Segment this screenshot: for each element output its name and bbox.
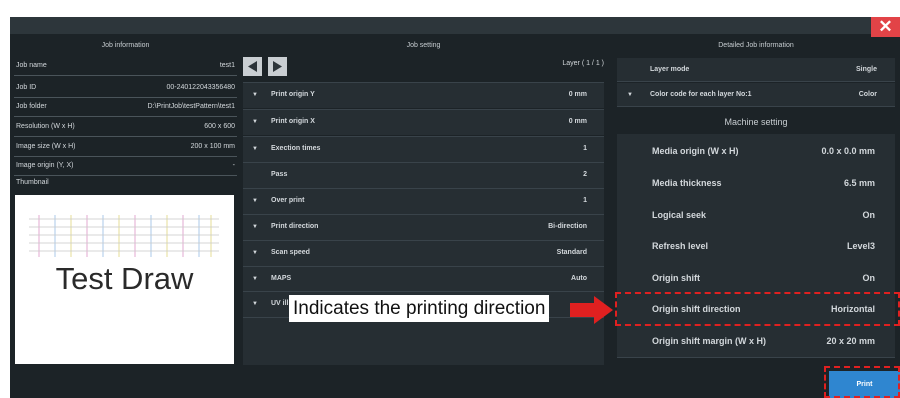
- detail-label: Layer mode: [650, 66, 690, 73]
- job-information-header: Job information: [101, 42, 150, 49]
- setting-label: Scan speed: [271, 249, 310, 256]
- machine-row-refresh-level: Refresh level Level3: [617, 229, 895, 263]
- detail-label: Color code for each layer No:1: [650, 91, 752, 98]
- info-label: Job folder: [16, 103, 47, 110]
- machine-row-origin-shift: Origin shift On: [617, 261, 895, 295]
- expand-triangle-icon: ▼: [252, 276, 258, 282]
- setting-label: Over print: [271, 197, 305, 204]
- setting-label: Pass: [271, 171, 288, 178]
- layer-indicator: Layer ( 1 / 1 ): [562, 60, 604, 67]
- machine-value: 20 x 20 mm: [826, 336, 875, 346]
- setting-row-scan-speed[interactable]: ▼ Scan speed Standard: [243, 240, 604, 266]
- info-value: 00-240122043356480: [166, 84, 235, 91]
- setting-label: Exection times: [271, 145, 321, 152]
- info-label: Image size (W x H): [16, 143, 76, 150]
- detail-value: Single: [855, 66, 877, 73]
- setting-label: Print direction: [271, 223, 319, 230]
- detail-row-layer-mode: Layer mode Single: [617, 58, 895, 82]
- detailed-job-information-header: Detailed Job information: [718, 42, 794, 49]
- setting-label: Print origin X: [271, 118, 315, 125]
- thumbnail-text: Test Draw: [55, 261, 194, 296]
- setting-label: UV ill: [271, 300, 289, 307]
- info-value: D:\PrintJob\testPattern\test1: [147, 103, 235, 110]
- info-row-image-size: Image size (W x H) 200 x 100 mm: [14, 138, 237, 157]
- setting-value: Auto: [571, 275, 587, 282]
- machine-label: Media thickness: [652, 178, 722, 188]
- machine-label: Logical seek: [652, 210, 707, 220]
- setting-value: Bi-direction: [548, 223, 587, 230]
- thumbnail-image: Test Draw: [15, 195, 234, 364]
- machine-label: Media origin (W x H): [652, 146, 739, 156]
- expand-triangle-icon: ▼: [252, 92, 258, 98]
- setting-label: MAPS: [271, 275, 292, 282]
- setting-value: 0 mm: [568, 91, 587, 98]
- expand-triangle-icon: ▼: [252, 119, 258, 125]
- info-value: 600 x 600: [204, 123, 235, 130]
- thumbnail-label: Thumbnail: [16, 179, 49, 186]
- machine-value: Level3: [846, 241, 875, 251]
- setting-row-exection-times[interactable]: ▼ Exection times 1: [243, 136, 604, 162]
- print-button-highlight: [824, 366, 900, 398]
- expand-triangle-icon: ▼: [252, 198, 258, 204]
- setting-row-maps[interactable]: ▼ MAPS Auto: [243, 266, 604, 292]
- title-bar: [10, 17, 900, 34]
- info-row-resolution: Resolution (W x H) 600 x 600: [14, 118, 237, 137]
- expand-triangle-icon: ▼: [627, 92, 633, 98]
- setting-value: Standard: [556, 249, 587, 256]
- job-setting-header: Job setting: [406, 42, 441, 49]
- info-row-job-id: Job ID 00-240122043356480: [14, 79, 237, 98]
- origin-shift-direction-highlight: [615, 292, 900, 326]
- setting-row-pass[interactable]: Pass 2: [243, 162, 604, 188]
- prev-arrow-icon: [248, 61, 257, 72]
- info-label: Job ID: [16, 84, 37, 91]
- detail-value: Color: [858, 91, 877, 98]
- machine-value: 0.0 x 0.0 mm: [821, 146, 875, 156]
- expand-triangle-icon: ▼: [252, 301, 258, 307]
- info-label: Job name: [16, 62, 47, 69]
- previous-layer-button[interactable]: [243, 57, 262, 76]
- machine-row-logical-seek: Logical seek On: [617, 198, 895, 232]
- setting-value: 2: [583, 171, 587, 178]
- screenshot-stage: ✕ Job information Job setting Detailed J…: [0, 0, 900, 398]
- machine-label: Origin shift margin (W x H): [652, 336, 766, 346]
- detail-row-color-code[interactable]: ▼ Color code for each layer No:1 Color: [617, 83, 895, 107]
- setting-row-print-origin-x[interactable]: ▼ Print origin X 0 mm: [243, 109, 604, 135]
- close-button[interactable]: ✕: [871, 17, 900, 37]
- info-row-job-name: Job name test1: [14, 57, 237, 76]
- expand-triangle-icon: ▼: [252, 146, 258, 152]
- info-row-image-origin: Image origin (Y, X) -: [14, 157, 237, 176]
- setting-value: 1: [583, 145, 587, 152]
- setting-empty-area: [243, 317, 604, 365]
- setting-value: 0 mm: [568, 118, 587, 125]
- setting-row-over-print[interactable]: ▼ Over print 1: [243, 188, 604, 214]
- info-row-job-folder: Job folder D:\PrintJob\testPattern\test1: [14, 98, 237, 117]
- machine-label: Refresh level: [652, 241, 709, 251]
- red-arrow-icon: [570, 296, 613, 324]
- machine-row-media-thickness: Media thickness 6.5 mm: [617, 166, 895, 200]
- setting-row-print-origin-y[interactable]: ▼ Print origin Y 0 mm: [243, 82, 604, 108]
- machine-row-media-origin: Media origin (W x H) 0.0 x 0.0 mm: [617, 134, 895, 168]
- machine-setting-header: Machine setting: [724, 117, 788, 127]
- info-label: Image origin (Y, X): [16, 162, 74, 169]
- info-label: Resolution (W x H): [16, 123, 75, 130]
- info-value: 200 x 100 mm: [190, 143, 235, 150]
- info-value: -: [232, 162, 235, 169]
- machine-label: Origin shift: [652, 273, 700, 283]
- setting-value: 1: [583, 197, 587, 204]
- next-arrow-icon: [273, 61, 282, 72]
- machine-value: On: [862, 273, 876, 283]
- machine-value: On: [862, 210, 876, 220]
- setting-label: Print origin Y: [271, 91, 315, 98]
- setting-row-print-direction[interactable]: ▼ Print direction Bi-direction: [243, 214, 604, 240]
- machine-value: 6.5 mm: [843, 178, 875, 188]
- expand-triangle-icon: ▼: [252, 224, 258, 230]
- next-layer-button[interactable]: [268, 57, 287, 76]
- machine-row-origin-shift-margin: Origin shift margin (W x H) 20 x 20 mm: [617, 324, 895, 358]
- expand-triangle-icon: ▼: [252, 250, 258, 256]
- info-value: test1: [219, 62, 235, 69]
- annotation-callout: Indicates the printing direction: [289, 295, 550, 322]
